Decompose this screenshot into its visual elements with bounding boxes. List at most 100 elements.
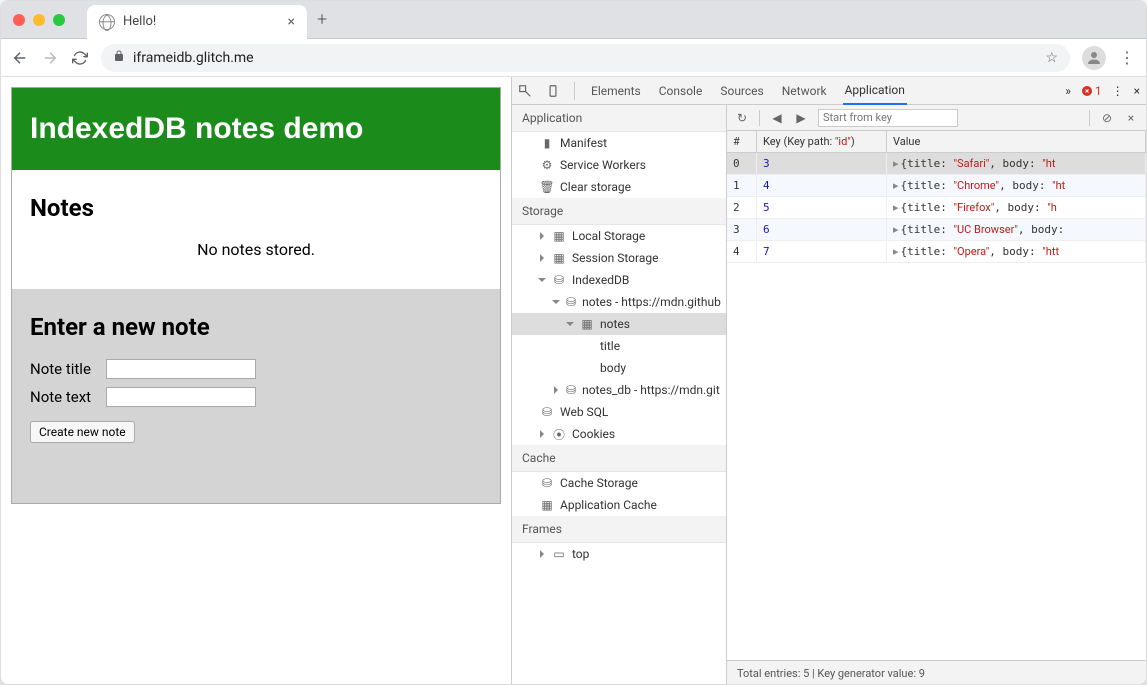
caret-icon xyxy=(540,254,544,262)
error-badge[interactable]: 1 xyxy=(1081,84,1102,98)
close-window-icon[interactable] xyxy=(13,14,25,26)
refresh-icon[interactable]: ↻ xyxy=(735,111,749,125)
devtools-body: Application ▮Manifest ⚙Service Workers 🗑… xyxy=(512,105,1146,685)
tab-application[interactable]: Application xyxy=(843,78,907,105)
url-text: iframeidb.glitch.me xyxy=(133,50,254,66)
sidebar-item-manifest[interactable]: ▮Manifest xyxy=(512,132,726,154)
header-key[interactable]: Key (Key path: "id") xyxy=(757,131,887,152)
browser-tab[interactable]: Hello! × xyxy=(87,5,307,39)
cell-index: 4 xyxy=(727,241,757,262)
header-index[interactable]: # xyxy=(727,131,757,152)
data-row[interactable]: 03▸{title: "Safari", body: "ht xyxy=(727,153,1146,175)
form-heading: Enter a new note xyxy=(30,313,482,341)
tab-sources[interactable]: Sources xyxy=(718,77,765,104)
tab-title: Hello! xyxy=(123,14,156,29)
caret-icon xyxy=(540,430,544,438)
trash-icon: 🗑 xyxy=(540,180,554,194)
data-row[interactable]: 25▸{title: "Firefox", body: "h xyxy=(727,197,1146,219)
caret-icon xyxy=(540,550,544,558)
separator xyxy=(759,110,760,126)
separator xyxy=(1089,110,1090,126)
app-header: IndexedDB notes demo xyxy=(12,88,500,170)
cookie-icon: ⦿ xyxy=(552,427,566,441)
tab-console[interactable]: Console xyxy=(657,77,705,104)
close-devtools-icon[interactable]: × xyxy=(1134,84,1140,98)
back-button[interactable] xyxy=(11,49,29,67)
sidebar-item-local-storage[interactable]: ▦Local Storage xyxy=(512,225,726,247)
sidebar-item-session-storage[interactable]: ▦Session Storage xyxy=(512,247,726,269)
profile-avatar[interactable] xyxy=(1082,46,1106,70)
storage-icon: ▦ xyxy=(552,229,566,243)
inspect-icon[interactable] xyxy=(518,84,532,98)
menu-icon[interactable]: ⋮ xyxy=(1118,49,1136,67)
device-icon[interactable] xyxy=(546,84,560,98)
lock-icon xyxy=(113,50,125,65)
close-tab-icon[interactable]: × xyxy=(288,14,295,30)
new-tab-button[interactable]: + xyxy=(317,9,327,30)
prev-page-icon[interactable]: ◀ xyxy=(770,111,784,125)
titlebar: Hello! × + xyxy=(1,1,1146,39)
clear-store-icon[interactable]: ⊘ xyxy=(1100,111,1114,125)
cell-key: 6 xyxy=(757,219,887,240)
tab-network[interactable]: Network xyxy=(780,77,829,104)
content-split: IndexedDB notes demo Notes No notes stor… xyxy=(1,77,1146,685)
sidebar-item-idb-index-body[interactable]: body xyxy=(512,357,726,379)
devtools-tabbar: Elements Console Sources Network Applica… xyxy=(512,77,1146,105)
reload-button[interactable] xyxy=(71,49,89,67)
caret-down-icon xyxy=(552,300,560,304)
next-page-icon[interactable]: ▶ xyxy=(794,111,808,125)
cell-value: ▸{title: "Chrome", body: "ht xyxy=(887,175,1146,196)
key-search-input[interactable] xyxy=(818,109,958,127)
devtools-menu-icon[interactable]: ⋮ xyxy=(1112,84,1124,98)
cell-key: 3 xyxy=(757,153,887,174)
section-storage: Storage xyxy=(512,198,726,225)
sidebar-item-cache-storage[interactable]: ⛁Cache Storage xyxy=(512,472,726,494)
application-sidebar: Application ▮Manifest ⚙Service Workers 🗑… xyxy=(512,105,727,685)
text-input[interactable] xyxy=(106,387,256,407)
section-cache: Cache xyxy=(512,445,726,472)
sidebar-item-top-frame[interactable]: ▭top xyxy=(512,543,726,565)
notes-section: Notes No notes stored. xyxy=(12,170,500,289)
notes-app: IndexedDB notes demo Notes No notes stor… xyxy=(11,87,501,504)
sidebar-item-indexeddb[interactable]: ⛁IndexedDB xyxy=(512,269,726,291)
cell-value: ▸{title: "Opera", body: "htt xyxy=(887,241,1146,262)
sidebar-item-idb-store[interactable]: ▦notes xyxy=(512,313,726,335)
cell-index: 3 xyxy=(727,219,757,240)
sidebar-item-idb-index-title[interactable]: title xyxy=(512,335,726,357)
section-application: Application xyxy=(512,105,726,132)
tab-elements[interactable]: Elements xyxy=(589,77,643,104)
note-form: Enter a new note Note title Note text Cr… xyxy=(12,289,500,503)
page-viewport: IndexedDB notes demo Notes No notes stor… xyxy=(1,77,511,685)
caret-icon xyxy=(540,232,544,240)
create-note-button[interactable]: Create new note xyxy=(30,421,135,443)
sidebar-item-idb-database[interactable]: ⛁notes - https://mdn.github xyxy=(512,291,726,313)
caret-down-icon xyxy=(566,322,574,326)
sidebar-item-app-cache[interactable]: ▦Application Cache xyxy=(512,494,726,516)
data-rows: 03▸{title: "Safari", body: "ht14▸{title:… xyxy=(727,153,1146,660)
database-icon: ⛁ xyxy=(566,295,576,309)
cell-key: 4 xyxy=(757,175,887,196)
table-icon: ▦ xyxy=(580,317,594,331)
data-row[interactable]: 47▸{title: "Opera", body: "htt xyxy=(727,241,1146,263)
sidebar-item-service-workers[interactable]: ⚙Service Workers xyxy=(512,154,726,176)
delete-icon[interactable]: × xyxy=(1124,111,1138,125)
minimize-window-icon[interactable] xyxy=(33,14,45,26)
data-view: ↻ ◀ ▶ ⊘ × # Key (Key path: "id") Value xyxy=(727,105,1146,685)
more-tabs-icon[interactable]: » xyxy=(1065,84,1071,98)
maximize-window-icon[interactable] xyxy=(53,14,65,26)
title-input[interactable] xyxy=(106,359,256,379)
bookmark-icon[interactable]: ☆ xyxy=(1045,50,1058,66)
data-row[interactable]: 36▸{title: "UC Browser", body: xyxy=(727,219,1146,241)
data-footer: Total entries: 5 | Key generator value: … xyxy=(727,660,1146,685)
sidebar-item-idb-database2[interactable]: ⛁notes_db - https://mdn.git xyxy=(512,379,726,401)
cell-key: 5 xyxy=(757,197,887,218)
text-label: Note text xyxy=(30,388,100,406)
sidebar-item-websql[interactable]: ⛁Web SQL xyxy=(512,401,726,423)
url-bar[interactable]: iframeidb.glitch.me ☆ xyxy=(101,44,1070,72)
header-value[interactable]: Value xyxy=(887,131,1146,152)
database-icon: ⛁ xyxy=(552,273,566,287)
sidebar-item-cookies[interactable]: ⦿Cookies xyxy=(512,423,726,445)
sidebar-item-clear-storage[interactable]: 🗑Clear storage xyxy=(512,176,726,198)
data-row[interactable]: 14▸{title: "Chrome", body: "ht xyxy=(727,175,1146,197)
forward-button[interactable] xyxy=(41,49,59,67)
